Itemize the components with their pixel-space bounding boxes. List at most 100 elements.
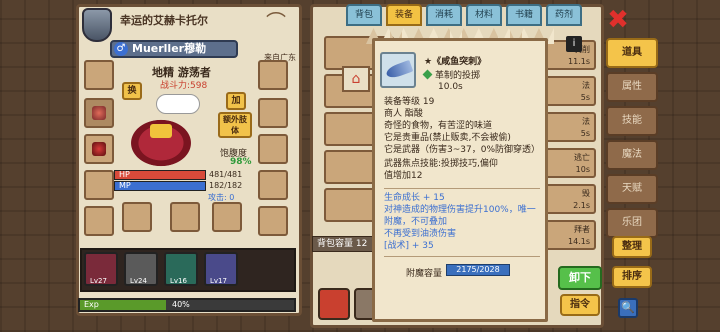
list-item[interactable]: 法 5s xyxy=(540,112,596,142)
equip-slot-hand-2[interactable] xyxy=(170,202,200,232)
pet-slot-3[interactable]: Lv16 xyxy=(164,252,198,286)
mp-value: 182/182 xyxy=(209,181,243,190)
hotbar-slot-1[interactable] xyxy=(318,288,350,320)
list-item-time: 14.1s xyxy=(568,237,590,246)
tab-consumables[interactable]: 消耗 xyxy=(426,4,462,26)
diamond-icon xyxy=(422,69,433,80)
attack-line: 攻击: 0 xyxy=(208,193,235,202)
hp-bar: HP 481/481 xyxy=(114,170,242,180)
equip-slot-right-5[interactable] xyxy=(258,206,288,236)
list-item-time: 5s xyxy=(580,129,590,138)
pet-slot-4[interactable]: Lv17 xyxy=(204,252,238,286)
list-item[interactable]: 法 5s xyxy=(540,76,596,106)
list-item-name: 法 xyxy=(582,117,590,126)
equip-slot-hand-3[interactable] xyxy=(212,202,242,232)
enchant-capacity-bar: 2175/2028 xyxy=(446,264,510,276)
equip-slot-misc-1[interactable] xyxy=(84,206,114,236)
equip-slot-head[interactable] xyxy=(84,60,114,90)
pet-level-3: Lv16 xyxy=(170,277,187,285)
side-nav-items[interactable]: 道具 xyxy=(606,38,658,68)
change-button[interactable]: 换 xyxy=(122,82,142,100)
satiety-value: 98% xyxy=(230,157,252,167)
list-item-time: 11.1s xyxy=(568,57,590,66)
tab-equipment[interactable]: 装备 xyxy=(386,4,422,26)
side-nav-talents[interactable]: 天赋 xyxy=(606,174,658,204)
hp-value: 481/481 xyxy=(209,170,243,179)
equip-slot-amulet[interactable] xyxy=(84,98,114,128)
item-line: 它是贵重品(禁止贩卖,不会被偷) xyxy=(384,133,511,143)
pet-level-4: Lv17 xyxy=(210,277,227,285)
bonus-line: [战术] + 35 xyxy=(384,241,434,251)
bonus-line: 对神造成的物理伤害提升100%，唯一附魔，不可叠加 xyxy=(384,205,536,227)
exp-percent: 40% xyxy=(172,300,190,309)
tab-backpack[interactable]: 背包 xyxy=(346,4,382,26)
bonus-line: 不再受到油渍伤害 xyxy=(384,229,457,239)
exp-label: Exp xyxy=(84,300,99,309)
command-button[interactable]: 指令 xyxy=(560,294,600,316)
hp-label: HP xyxy=(119,170,130,179)
exp-bar: Exp 40% xyxy=(78,298,296,312)
mp-bar: MP 182/182 xyxy=(114,181,242,191)
item-line: 值增加12 xyxy=(384,171,423,181)
search-icon[interactable]: 🔍 xyxy=(618,298,638,318)
character-name: Muerller穆勒 xyxy=(132,42,207,55)
pet-level-2: Lv24 xyxy=(130,277,147,285)
tab-potions[interactable]: 药剂 xyxy=(546,4,582,26)
unequip-button[interactable]: 卸下 xyxy=(558,266,602,290)
pet-level-1: Lv27 xyxy=(90,277,107,285)
character-title: 幸运的艾赫卡托尔 xyxy=(120,14,208,27)
info-icon[interactable]: i xyxy=(566,36,582,52)
tooltip-divider xyxy=(384,256,540,257)
pet-slot-2[interactable]: Lv24 xyxy=(124,252,158,286)
bonus-line: 生命成长 + 15 xyxy=(384,193,445,203)
tab-materials[interactable]: 材料 xyxy=(466,4,502,26)
order-button[interactable]: 排序 xyxy=(612,266,652,288)
item-subtype: 革制的投掷 xyxy=(422,68,481,81)
side-nav-band[interactable]: 乐团 xyxy=(606,208,658,238)
item-name: ★《咸鱼突刺》 xyxy=(424,57,487,67)
crest-icon xyxy=(82,8,112,42)
gender-icon: ♂ xyxy=(114,42,128,56)
item-icon xyxy=(380,52,416,88)
item-time: 10.0s xyxy=(438,82,463,92)
equip-level: 装备等级 19 xyxy=(384,97,435,107)
power-line: 战斗力:598 xyxy=(160,81,208,91)
list-item-name: 毁 xyxy=(582,189,590,198)
close-icon[interactable]: ✖ xyxy=(606,7,630,33)
add-button[interactable]: 加 xyxy=(226,92,246,110)
list-item-name: 逃亡 xyxy=(574,153,590,162)
list-item[interactable]: 毁 2.1s xyxy=(540,184,596,214)
list-item-time: 5s xyxy=(580,93,590,102)
list-item-time: 10s xyxy=(575,165,590,174)
list-item[interactable]: 逃亡 10s xyxy=(540,148,596,178)
fish-icon xyxy=(384,59,414,81)
item-bonuses: 生命成长 + 15 对神造成的物理伤害提升100%，唯一附魔，不可叠加 不再受到… xyxy=(384,192,540,252)
item-line: 它是武器（伤害3~37，0%防御穿透） xyxy=(384,145,540,155)
side-nav: 道具 属性 技能 魔法 天赋 乐团 xyxy=(606,38,658,242)
list-item-name: 拜者 xyxy=(574,225,590,234)
stat-bars: HP 481/481 MP 182/182 xyxy=(114,170,242,192)
equip-slot-hand-1[interactable] xyxy=(122,202,152,232)
equip-slot-right-1[interactable] xyxy=(258,60,288,90)
equip-slot-body[interactable] xyxy=(84,170,114,200)
equip-slot-weapon[interactable] xyxy=(84,134,114,164)
enchant-label: 附魔容量 xyxy=(406,269,443,279)
list-item-time: 2.1s xyxy=(573,201,590,210)
sort-button[interactable]: 整理 xyxy=(612,236,652,258)
extra-body-button[interactable]: 额外肢体 xyxy=(218,112,252,138)
tooltip-divider xyxy=(384,188,540,189)
name-plate: ♂ Muerller穆勒 xyxy=(110,40,238,58)
side-nav-magic[interactable]: 魔法 xyxy=(606,140,658,170)
tab-books[interactable]: 书籍 xyxy=(506,4,542,26)
equip-slot-right-2[interactable] xyxy=(258,98,288,128)
list-item[interactable]: 拜者 14.1s xyxy=(540,220,596,250)
list-item-name: 法 xyxy=(582,81,590,90)
equip-slot-right-4[interactable] xyxy=(258,170,288,200)
pet-slot-1[interactable]: Lv27 xyxy=(84,252,118,286)
side-nav-skills[interactable]: 技能 xyxy=(606,106,658,136)
item-subtype-text: 革制的投掷 xyxy=(435,71,481,81)
side-nav-attributes[interactable]: 属性 xyxy=(606,72,658,102)
cloud-icon xyxy=(156,94,200,114)
lock-icon[interactable]: ⌂ xyxy=(342,66,370,92)
equip-slot-right-3[interactable] xyxy=(258,134,288,164)
